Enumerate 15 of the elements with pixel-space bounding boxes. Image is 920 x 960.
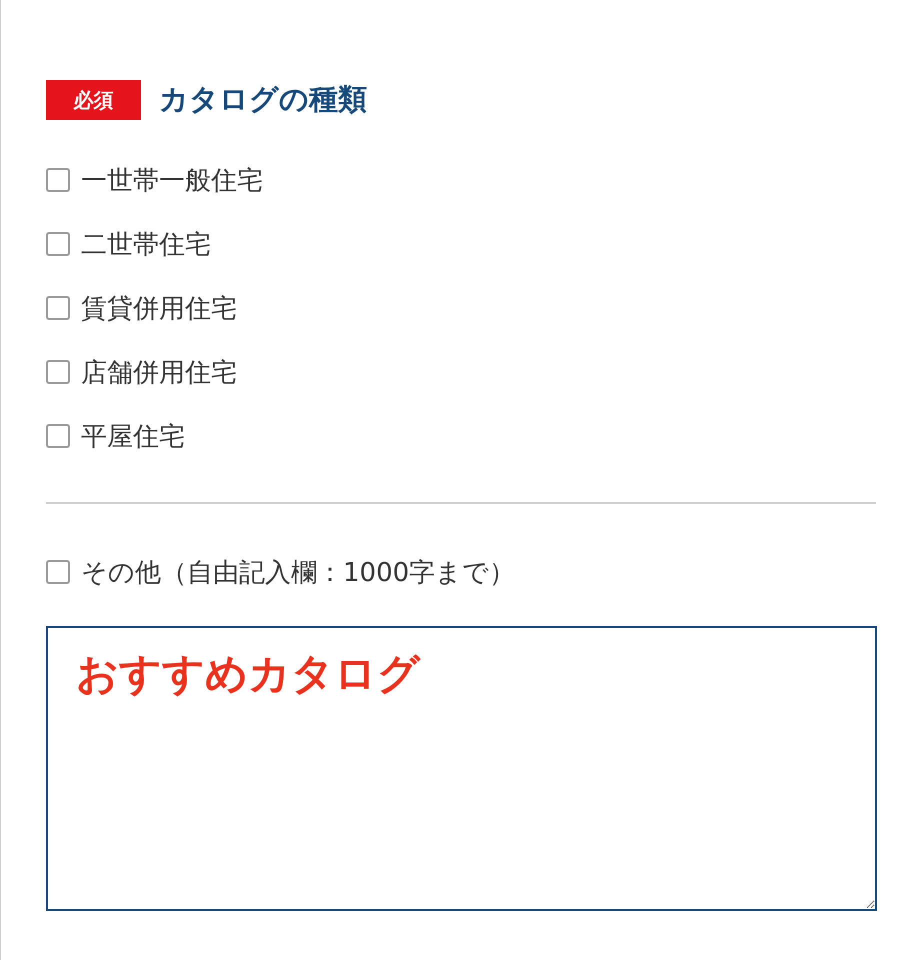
required-badge: 必須	[46, 80, 141, 120]
option-label: 一世帯一般住宅	[81, 164, 263, 198]
option-label: 店舗併用住宅	[81, 356, 237, 390]
checkbox[interactable]	[46, 560, 70, 584]
checkbox[interactable]	[46, 168, 70, 192]
free-text-field[interactable]: おすすめカタログ	[46, 626, 877, 911]
option-label: 二世帯住宅	[81, 228, 211, 262]
checkbox[interactable]	[46, 232, 70, 256]
option-label: その他（自由記入欄：1000字まで）	[81, 556, 516, 590]
section-title: カタログの種類	[159, 81, 367, 118]
checkbox[interactable]	[46, 360, 70, 384]
checkbox[interactable]	[46, 296, 70, 320]
option-label: 平屋住宅	[81, 420, 185, 454]
checkbox[interactable]	[46, 424, 70, 448]
option-label: 賃貸併用住宅	[81, 292, 237, 326]
